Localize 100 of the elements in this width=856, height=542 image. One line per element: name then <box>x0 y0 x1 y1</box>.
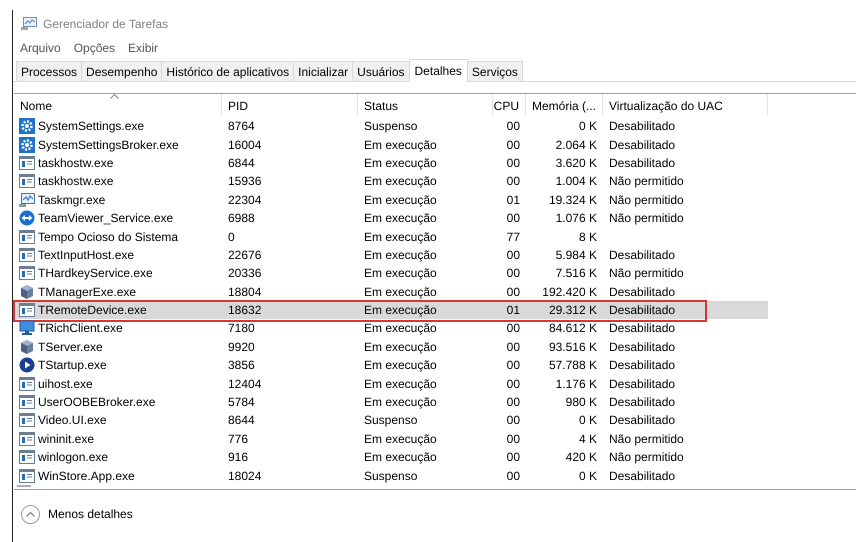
menu-item[interactable]: Arquivo <box>20 41 61 55</box>
table-cell: 15936 <box>228 174 262 188</box>
window-icon <box>19 395 35 410</box>
table-cell: 84.612 K <box>548 321 597 336</box>
table-cell: Suspenso <box>364 413 418 428</box>
column-header[interactable]: Nome <box>20 99 52 113</box>
column-header[interactable]: Memória (... <box>532 99 596 113</box>
window-icon <box>19 174 35 188</box>
process-name: winlogon.exe <box>38 450 108 464</box>
table-cell: 00 <box>506 358 520 372</box>
menu-item[interactable]: Opções <box>74 41 116 55</box>
table-cell: Em execução <box>364 156 437 170</box>
table-cell: 8 K <box>578 230 597 244</box>
table-cell: 0 <box>228 230 235 244</box>
process-name: TStartup.exe <box>38 358 107 372</box>
table-cell: 1.176 K <box>556 376 597 391</box>
window-icon <box>19 156 35 170</box>
table-cell: 776 <box>228 432 248 446</box>
table-cell: 0 K <box>578 413 597 428</box>
menu-item[interactable]: Exibir <box>128 41 158 55</box>
table-cell: Em execução <box>364 230 437 244</box>
cube-icon <box>19 284 35 300</box>
task-manager-icon <box>21 17 37 31</box>
table-cell: Desabilitado <box>609 138 676 152</box>
table-cell: Em execução <box>364 321 437 336</box>
table-cell: Não permitido <box>609 174 684 188</box>
process-name: TeamViewer_Service.exe <box>38 211 174 226</box>
table-cell: 00 <box>506 284 520 299</box>
table-cell: 420 K <box>566 450 597 464</box>
table-cell: 0 K <box>578 468 597 483</box>
column-header[interactable]: Status <box>364 99 398 113</box>
table-cell: 16004 <box>228 138 262 152</box>
table-cell: 00 <box>506 376 520 391</box>
table-cell: Em execução <box>364 376 437 391</box>
table-cell: 19.324 K <box>548 192 597 207</box>
tab[interactable]: Usuários <box>352 61 410 81</box>
tab[interactable]: Inicializar <box>293 61 354 81</box>
process-name: Taskmgr.exe <box>38 192 106 207</box>
fewer-details-button[interactable]: Menos detalhes <box>21 504 133 524</box>
table-cell: 22676 <box>228 248 262 262</box>
table-cell: 77 <box>506 230 520 244</box>
table-cell: Não permitido <box>609 211 684 226</box>
gear-icon <box>19 118 35 134</box>
window-icon <box>19 413 35 428</box>
process-name: THardkeyService.exe <box>38 266 153 280</box>
table-cell: Em execução <box>364 358 437 372</box>
process-name: wininit.exe <box>38 432 94 446</box>
table-cell: 980 K <box>566 395 597 410</box>
table-cell: Em execução <box>364 303 437 318</box>
table-cell: 00 <box>506 321 520 336</box>
window-icon <box>19 432 35 446</box>
table-cell: Desabilitado <box>609 303 676 318</box>
table-cell: 00 <box>506 450 520 464</box>
process-name: TServer.exe <box>38 340 103 354</box>
tab[interactable]: Desempenho <box>81 61 162 81</box>
tab[interactable]: Processos <box>16 61 82 81</box>
table-cell: Não permitido <box>609 192 684 207</box>
window-icon <box>19 303 35 318</box>
process-name: TRemoteDevice.exe <box>38 303 147 318</box>
table-cell: 1.004 K <box>556 174 597 188</box>
table-cell: Em execução <box>364 138 437 152</box>
table-cell: Em execução <box>364 266 437 280</box>
table-cell: 29.312 K <box>548 303 597 318</box>
table-cell: Em execução <box>364 174 437 188</box>
column-header[interactable]: CPU <box>494 99 519 113</box>
table-cell: 6988 <box>228 211 255 226</box>
column-header[interactable]: Virtualização do UAC <box>609 99 723 113</box>
table-cell: 00 <box>506 119 520 134</box>
tab[interactable]: Serviços <box>466 61 523 81</box>
table-cell: Em execução <box>364 211 437 226</box>
table-cell: Em execução <box>364 395 437 410</box>
process-name: Tempo Ocioso do Sistema <box>38 230 178 244</box>
process-name: SystemSettingsBroker.exe <box>38 138 179 152</box>
window-icon <box>19 468 35 483</box>
column-header[interactable]: PID <box>228 99 248 113</box>
table-cell: 5784 <box>228 395 255 410</box>
table-cell: Suspenso <box>364 119 418 134</box>
table-cell: Desabilitado <box>609 284 676 299</box>
process-name: UserOOBEBroker.exe <box>38 395 156 410</box>
table-cell: Desabilitado <box>609 358 676 372</box>
table-cell: Não permitido <box>609 450 684 464</box>
monitor-chart-icon <box>19 192 35 208</box>
selected-row[interactable]: TRemoteDevice.exe 18632 Em execução 01 29.312 K Desabilitado <box>14 300 768 320</box>
monitor-icon <box>19 320 35 336</box>
table-cell: 3.620 K <box>556 156 597 170</box>
table-cell: Desabilitado <box>609 340 676 354</box>
process-name: TRichClient.exe <box>38 321 123 336</box>
table-cell: Em execução <box>364 432 437 446</box>
table-cell: 9920 <box>228 340 255 354</box>
table-cell: Não permitido <box>609 432 684 446</box>
table-cell: 12404 <box>228 376 262 391</box>
table-cell: 00 <box>506 156 520 170</box>
process-name: taskhostw.exe <box>38 174 114 188</box>
tab[interactable]: Histórico de aplicativos <box>161 61 294 81</box>
tab[interactable]: Detalhes <box>408 59 468 82</box>
table-cell: 22304 <box>228 192 262 207</box>
table-cell: Em execução <box>364 248 437 262</box>
process-name: TextInputHost.exe <box>38 248 134 262</box>
window-title: Gerenciador de Tarefas <box>43 17 168 31</box>
table-cell: Desabilitado <box>609 376 676 391</box>
